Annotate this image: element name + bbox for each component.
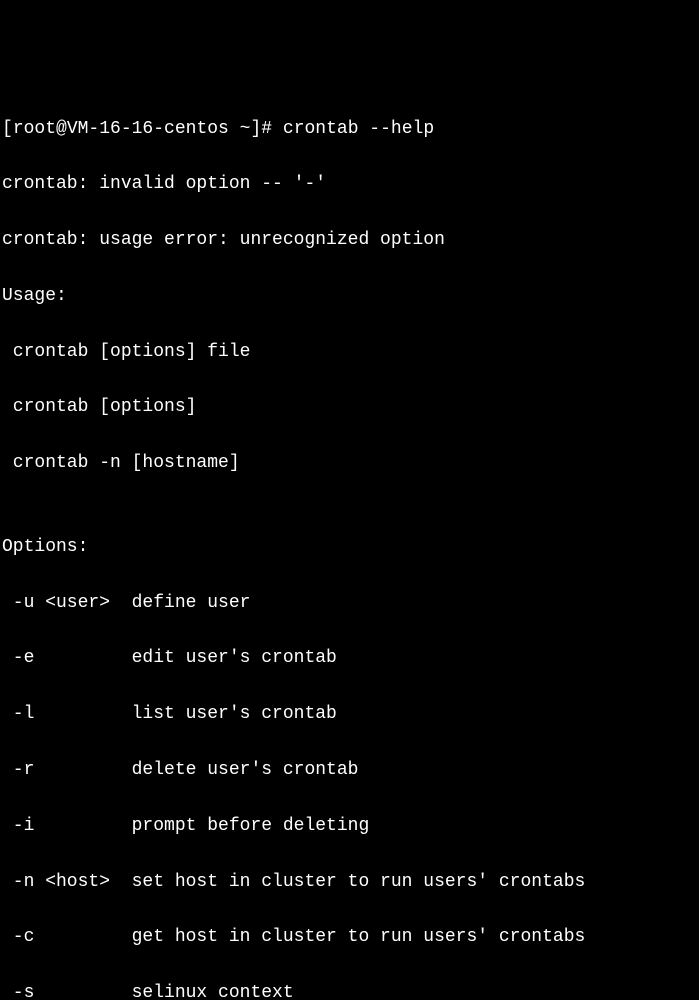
prompt-open-bracket: [ [2,119,13,139]
output-line: -n <host> set host in cluster to run use… [2,869,697,897]
output-line: crontab [options] file [2,339,697,367]
command-text: crontab --help [283,119,434,139]
output-line: -e edit user's crontab [2,645,697,673]
output-line: -c get host in cluster to run users' cro… [2,924,697,952]
output-line: -u <user> define user [2,590,697,618]
prompt-char: # [261,119,283,139]
prompt-cwd: ~ [229,119,251,139]
output-line: Usage: [2,283,697,311]
output-line: -i prompt before deleting [2,813,697,841]
output-line: crontab: usage error: unrecognized optio… [2,227,697,255]
prompt-close-bracket: ] [250,119,261,139]
output-line: -r delete user's crontab [2,757,697,785]
prompt-line[interactable]: [root@VM-16-16-centos ~]# crontab --help [2,116,697,144]
output-line: -l list user's crontab [2,701,697,729]
output-line: crontab [options] [2,394,697,422]
output-line: crontab: invalid option -- '-' [2,171,697,199]
output-line: crontab -n [hostname] [2,450,697,478]
output-line: Options: [2,534,697,562]
prompt-user-host: root@VM-16-16-centos [13,119,229,139]
output-line: -s selinux context [2,980,697,1000]
